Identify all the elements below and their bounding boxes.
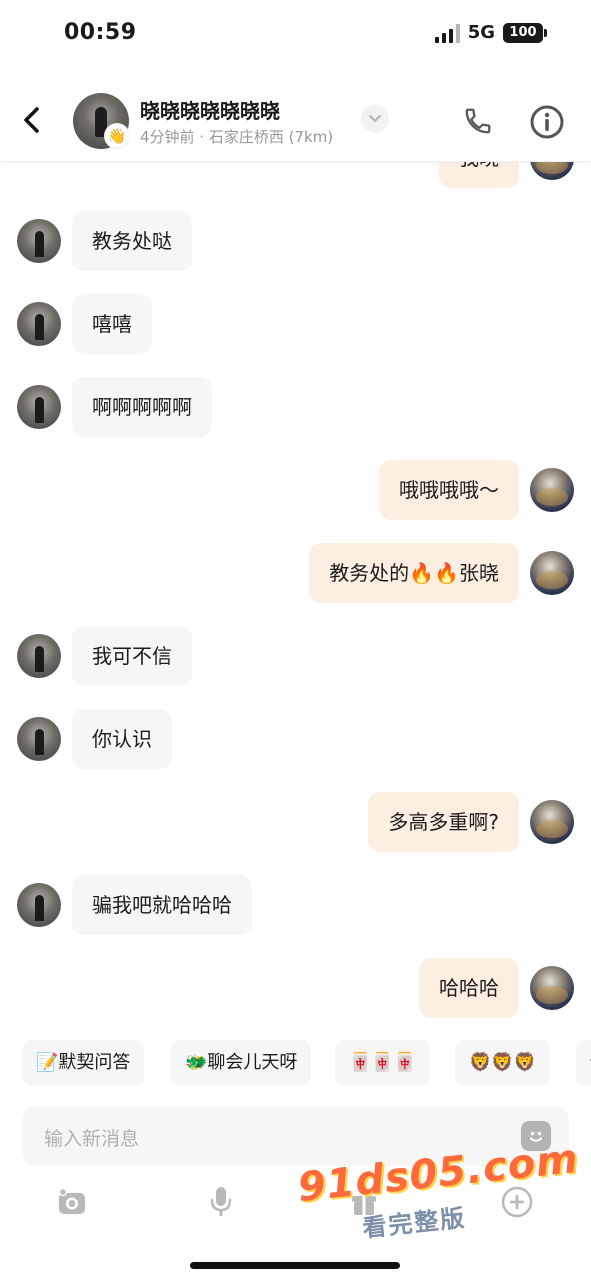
- message-row: 你认识: [0, 708, 591, 770]
- message-row: 哈哈哈: [0, 957, 591, 1019]
- contact-avatar[interactable]: [17, 634, 61, 678]
- battery-level: 100: [503, 22, 543, 43]
- call-button[interactable]: [460, 103, 496, 139]
- message-row: 我可不信: [0, 625, 591, 687]
- quick-reply-chip[interactable]: 你: [576, 1040, 591, 1086]
- status-time: 00:59: [64, 20, 137, 45]
- contact-avatar[interactable]: [17, 717, 61, 761]
- my-avatar[interactable]: [530, 162, 574, 180]
- home-indicator[interactable]: [190, 1262, 400, 1269]
- message-row: 教务处的🔥🔥张晓: [0, 542, 591, 604]
- quick-reply-chip[interactable]: 🐲聊会儿天呀: [171, 1040, 312, 1086]
- status-indicators: 5G 100: [434, 22, 547, 43]
- microphone-icon: [210, 1187, 232, 1216]
- message-row: 我晓: [0, 162, 591, 189]
- chat-header: 👋 晓晓晓晓晓晓晓 4分钟前 · 石家庄桥西 (7km): [0, 78, 591, 162]
- message-bubble[interactable]: 多高多重啊?: [368, 792, 519, 852]
- message-row: 哦哦哦哦～: [0, 459, 591, 521]
- contact-avatar[interactable]: [17, 219, 61, 263]
- contact-name[interactable]: 晓晓晓晓晓晓晓: [140, 95, 280, 124]
- quick-reply-chip[interactable]: 🦁🦁🦁: [455, 1040, 551, 1086]
- voice-button[interactable]: [199, 1180, 243, 1224]
- camera-icon: [58, 1187, 85, 1214]
- my-avatar[interactable]: [530, 468, 574, 512]
- message-bubble[interactable]: 我可不信: [72, 626, 192, 686]
- message-bubble[interactable]: 骗我吧就哈哈哈: [72, 875, 252, 935]
- input-placeholder: 输入新消息: [44, 1128, 140, 1150]
- message-row: 啊啊啊啊啊: [0, 376, 591, 438]
- message-bubble[interactable]: 教务处的🔥🔥张晓: [309, 543, 519, 603]
- contact-avatar[interactable]: [17, 302, 61, 346]
- network-type: 5G: [467, 22, 495, 43]
- chevron-down-icon: [369, 115, 381, 122]
- my-avatar[interactable]: [530, 551, 574, 595]
- chevron-left-icon: [24, 107, 39, 133]
- camera-button[interactable]: [50, 1180, 94, 1224]
- message-bubble[interactable]: 哦哦哦哦～: [379, 460, 519, 520]
- message-row: 多高多重啊?: [0, 791, 591, 853]
- message-bubble[interactable]: 我晓: [439, 162, 519, 188]
- contact-avatar[interactable]: [17, 385, 61, 429]
- signal-icon: [434, 23, 460, 43]
- back-button[interactable]: [18, 102, 46, 138]
- message-bubble[interactable]: 哈哈哈: [419, 958, 519, 1018]
- phone-icon: [465, 108, 491, 134]
- quick-reply-bar[interactable]: 📝默契问答 🐲聊会儿天呀 🀄🀄🀄 🦁🦁🦁 你: [0, 1040, 591, 1086]
- message-row: 嘻嘻: [0, 293, 591, 355]
- contact-status: 4分钟前 · 石家庄桥西 (7km): [140, 128, 334, 146]
- message-bubble[interactable]: 教务处哒: [72, 211, 192, 271]
- info-button[interactable]: [528, 103, 566, 141]
- message-bubble[interactable]: 你认识: [72, 709, 172, 769]
- my-avatar[interactable]: [530, 800, 574, 844]
- message-row: 教务处哒: [0, 210, 591, 272]
- battery-icon: 100: [503, 22, 547, 43]
- info-icon: [530, 105, 564, 139]
- my-avatar[interactable]: [530, 966, 574, 1010]
- message-bubble[interactable]: 啊啊啊啊啊: [72, 377, 212, 437]
- watermark-text: 看完整版: [361, 1203, 468, 1243]
- expand-button[interactable]: [361, 105, 389, 133]
- message-bubble[interactable]: 嘻嘻: [72, 294, 152, 354]
- contact-avatar[interactable]: [17, 883, 61, 927]
- status-bar: 00:59 5G 100: [0, 0, 591, 70]
- message-list[interactable]: 我晓 教务处哒 嘻嘻 啊啊啊啊啊 哦哦哦哦～ 教务处的🔥🔥张晓 我可不信 你认识…: [0, 162, 591, 1027]
- wave-hand-icon: 👋: [104, 123, 130, 149]
- message-row: 骗我吧就哈哈哈: [0, 874, 591, 936]
- quick-reply-chip[interactable]: 🀄🀄🀄: [335, 1040, 431, 1086]
- quick-reply-chip[interactable]: 📝默契问答: [22, 1040, 145, 1086]
